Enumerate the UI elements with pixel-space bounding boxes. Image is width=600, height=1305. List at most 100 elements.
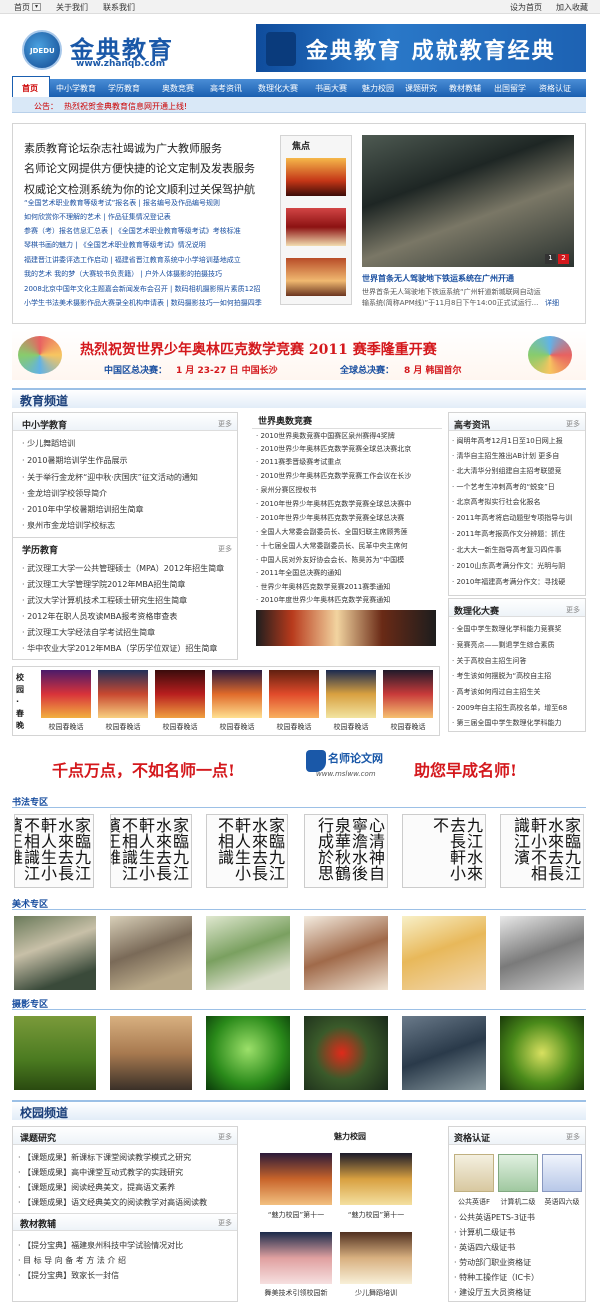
charm-caption[interactable]: 舞美技术引领校园新 bbox=[256, 1288, 336, 1298]
gaokao-more[interactable]: 更多 bbox=[566, 419, 580, 429]
charm-caption[interactable]: “魅力校园”第十一 bbox=[336, 1210, 416, 1220]
research-item[interactable]: 【课题成果】阅读经典美文，提高语文素养 bbox=[18, 1182, 234, 1193]
home-link[interactable]: 首页 bbox=[14, 2, 30, 13]
gaokao-item[interactable]: 2010年福建高考满分作文：寻找硬 bbox=[452, 577, 582, 587]
primary-item[interactable]: 泉州市金龙培训学校标志 bbox=[22, 520, 232, 531]
about-link[interactable]: 关于我们 bbox=[56, 2, 88, 13]
art-thumb[interactable] bbox=[402, 916, 486, 990]
olympiad-item[interactable]: 2010年世界少年奥林匹克数学竞赛全球总决赛中 bbox=[256, 499, 442, 509]
gaokao-item[interactable]: 2011年高考将启动题型专项指导与训 bbox=[452, 513, 582, 523]
focus-thumb-2[interactable] bbox=[286, 208, 346, 246]
nav-item-campus[interactable]: 魅力校园 bbox=[362, 83, 394, 94]
contact-link[interactable]: 联系我们 bbox=[103, 2, 135, 13]
photo-thumb[interactable] bbox=[110, 1016, 192, 1090]
academic-item[interactable]: 武汉大学计算机技术工程硕士研究生招生简章 bbox=[22, 595, 232, 606]
slide-page-2[interactable]: 2 bbox=[558, 254, 569, 264]
nav-item-science[interactable]: 数理化大赛 bbox=[258, 83, 298, 94]
art-thumb[interactable] bbox=[304, 916, 388, 990]
calligraphy-work[interactable]: 心清神自寧澹水後泉華秋鶴行成於思 bbox=[304, 814, 388, 888]
primary-item[interactable]: 2010年中学校暑期培训招生简章 bbox=[22, 504, 232, 515]
gala-caption[interactable]: 校园春晚话 bbox=[326, 722, 376, 732]
textbook-item[interactable]: 【提分宝典】福建泉州科技中学试验情况对比 bbox=[18, 1240, 234, 1251]
cert-thumb[interactable] bbox=[542, 1154, 582, 1192]
cert-item[interactable]: 英语四六级证书 bbox=[454, 1242, 582, 1253]
olympiad-item[interactable]: 2011赛季晋级赛考试重点 bbox=[256, 457, 442, 467]
chevron-down-icon[interactable]: ▾ bbox=[32, 3, 41, 11]
headline-small-8[interactable]: 小学生书法美术摄影作品大赛录全机构申请表 | 数码摄影技巧一如何拍摄四季 bbox=[24, 298, 274, 308]
photo-thumb[interactable] bbox=[500, 1016, 584, 1090]
headline-small-1[interactable]: “全国艺术职业教育等级考试”报名表 | 报名编号及作品编号规则 bbox=[24, 198, 274, 208]
gala-thumb[interactable] bbox=[212, 670, 262, 718]
academic-item[interactable]: 武汉理工大学一公共管理硕士（MPA）2012年招生简章 bbox=[22, 563, 232, 574]
nav-item-calligraphy[interactable]: 书画大赛 bbox=[315, 83, 347, 94]
science-item[interactable]: 竞赛亮点——剩退学生综合素质 bbox=[452, 640, 582, 650]
academic-item[interactable]: 2012年在职人员攻读MBA报考资格审查表 bbox=[22, 611, 232, 622]
gala-caption[interactable]: 校园春晚话 bbox=[383, 722, 433, 732]
primary-edu-more[interactable]: 更多 bbox=[218, 419, 232, 429]
cert-item[interactable]: 公共英语PETS-3证书 bbox=[454, 1212, 582, 1223]
nav-item-research[interactable]: 课题研究 bbox=[405, 83, 437, 94]
nav-item-home[interactable]: 首页 bbox=[12, 76, 50, 97]
cert-item[interactable]: 计算机二级证书 bbox=[454, 1227, 582, 1238]
gala-thumb[interactable] bbox=[41, 670, 91, 718]
cert-thumb[interactable] bbox=[454, 1154, 494, 1192]
research-item[interactable]: 【课题成果】高中课堂互动式教学的实践研究 bbox=[18, 1167, 234, 1178]
headline-small-5[interactable]: 福建晋江讲委评选工作启动 | 福建省晋江教育系统中小学培训基地成立 bbox=[24, 255, 274, 265]
olympiad-photo[interactable] bbox=[256, 610, 436, 646]
research-item[interactable]: 【课题成果】语文经典美文的阅读教学对高语阅读教 bbox=[18, 1197, 234, 1208]
science-item[interactable]: 第三届全国中学生数理化学科能力 bbox=[452, 718, 582, 728]
gaokao-item[interactable]: 北大大一新生指导高考复习四件事 bbox=[452, 545, 582, 555]
olympiad-item[interactable]: 2011年全国总决赛的通知 bbox=[256, 568, 442, 578]
calligraphy-work[interactable]: 家臨九江水來去長軒小不相識江濱 bbox=[500, 814, 584, 888]
nav-item-primary[interactable]: 中小学教育 bbox=[56, 83, 96, 94]
nav-item-textbook[interactable]: 教材教辅 bbox=[449, 83, 481, 94]
gaokao-item[interactable]: 闽明年高考12月1日至10日网上报 bbox=[452, 436, 582, 446]
gaokao-item[interactable]: 北京高考拟实行社会化报名 bbox=[452, 497, 582, 507]
cert-caption[interactable]: 英语四六级 bbox=[538, 1197, 586, 1207]
nav-item-olympiad[interactable]: 奥数竞赛 bbox=[162, 83, 194, 94]
academic-item[interactable]: 华中农业大学2012年MBA（学历学位双证）招生简章 bbox=[22, 643, 232, 654]
nav-item-cert[interactable]: 资格认证 bbox=[539, 83, 571, 94]
charm-caption[interactable]: 少儿舞蹈培训 bbox=[336, 1288, 416, 1298]
olympiad-item[interactable]: 2010年世界少年奥林匹克数学竞赛全球总决赛 bbox=[256, 513, 442, 523]
gala-caption[interactable]: 校园春晚话 bbox=[41, 722, 91, 732]
gala-thumb[interactable] bbox=[326, 670, 376, 718]
primary-item[interactable]: 2010暑期培训学生作品展示 bbox=[22, 455, 232, 466]
charm-thumb[interactable] bbox=[260, 1153, 332, 1205]
calligraphy-work[interactable]: 家臨九江水來去長軒人生小不相識江濱王維 bbox=[14, 814, 94, 888]
science-more[interactable]: 更多 bbox=[566, 605, 580, 615]
headline-2[interactable]: 名师论文网提供方便快捷的论文定制及发表服务 bbox=[24, 160, 255, 176]
photo-thumb[interactable] bbox=[14, 1016, 96, 1090]
set-home-link[interactable]: 设为首页 bbox=[510, 2, 542, 13]
photo-thumb[interactable] bbox=[206, 1016, 290, 1090]
slideshow-image[interactable] bbox=[362, 135, 574, 267]
cert-caption[interactable]: 公共英语F bbox=[450, 1197, 498, 1207]
olympiad-item[interactable]: 2010世界少年奥林匹克数学竞赛全球总决赛北京 bbox=[256, 444, 442, 454]
science-item[interactable]: 2009年自主招生高校名单，增至68 bbox=[452, 703, 582, 713]
textbook-more[interactable]: 更多 bbox=[218, 1218, 232, 1228]
science-item[interactable]: 关于高校自主招生问答 bbox=[452, 656, 582, 666]
textbook-item[interactable]: 目 标 导 向 备 考 方 法 介 绍 bbox=[18, 1255, 234, 1266]
olympiad-item[interactable]: 世界少年奥林匹克数学竞赛2011赛季通知 bbox=[256, 582, 442, 592]
olympiad-item[interactable]: 2010世界奥数竞赛中国赛区泉州赛得4奖牌 bbox=[256, 431, 442, 441]
primary-item[interactable]: 金龙培训学校领导简介 bbox=[22, 488, 232, 499]
slide-title[interactable]: 世界首条无人驾驶地下铁运系统在广州开通 bbox=[362, 273, 574, 284]
primary-item[interactable]: 少儿舞蹈培训 bbox=[22, 438, 232, 449]
science-item[interactable]: 全国中学生数理化学科能力竞赛奖 bbox=[452, 624, 582, 634]
favorite-link[interactable]: 加入收藏 bbox=[556, 2, 588, 13]
headline-1[interactable]: 素质教育论坛杂志社竭诚为广大教师服务 bbox=[24, 140, 222, 156]
slide-page-1[interactable]: 1 bbox=[545, 254, 556, 264]
research-more[interactable]: 更多 bbox=[218, 1132, 232, 1142]
art-thumb[interactable] bbox=[14, 916, 96, 990]
headline-small-3[interactable]: 参赛（考）报名信息汇总表 | 《全国艺术职业教育等级考试》考核标准 bbox=[24, 226, 274, 236]
cert-item[interactable]: 劳动部门职业资格证 bbox=[454, 1257, 582, 1268]
charm-thumb[interactable] bbox=[260, 1232, 332, 1284]
headline-small-6[interactable]: 我的艺术 我的梦（大赛较书负责籍） | 户外人体摄影的拍摄技巧 bbox=[24, 269, 274, 279]
photo-thumb[interactable] bbox=[402, 1016, 486, 1090]
headline-small-4[interactable]: 琴棋书画的魅力 | 《全国艺术职业教育等级考试》情况说明 bbox=[24, 240, 274, 250]
gaokao-item[interactable]: 2011年高考报高作文分辨题：抓住 bbox=[452, 529, 582, 539]
gala-thumb[interactable] bbox=[98, 670, 148, 718]
photo-thumb[interactable] bbox=[304, 1016, 388, 1090]
art-thumb[interactable] bbox=[206, 916, 290, 990]
academic-more[interactable]: 更多 bbox=[218, 544, 232, 554]
